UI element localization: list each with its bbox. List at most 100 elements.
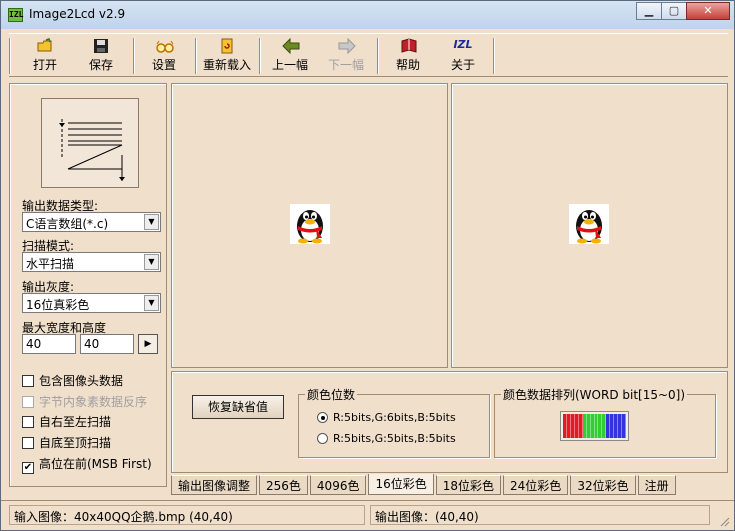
gray-select[interactable]: 16位真彩色 ▼ xyxy=(22,293,161,313)
radio-555[interactable]: R:5bits,G:5bits,B:5bits xyxy=(317,432,456,445)
help-label: 帮助 xyxy=(395,58,420,72)
checkbox-bottom-to-top[interactable]: 自底至顶扫描 xyxy=(22,434,111,451)
toolbar: 打开 保存 设置 重新载入 上一幅 下一幅 帮助 IZL 关于 xyxy=(9,33,728,77)
play-arrow-icon: ▶ xyxy=(144,339,152,349)
scan-mode-value: 水平扫描 xyxy=(26,257,75,271)
output-image-preview xyxy=(451,83,728,368)
color-bits-group-title: 颜色位数 xyxy=(305,386,358,403)
radio-dot[interactable] xyxy=(317,412,328,423)
prev-image-label: 上一幅 xyxy=(271,58,308,72)
arrow-left-icon xyxy=(282,37,300,55)
reload-icon xyxy=(219,38,235,54)
settings-button[interactable]: 设置 xyxy=(142,36,186,76)
output-type-value: C语言数组(*.c) xyxy=(26,217,109,231)
status-bar: 输入图像：40x40QQ企鹅.bmp (40,40) 输出图像：(40,40) xyxy=(1,500,734,530)
checkbox-reverse-pixels[interactable]: 字节内象素数据反序 xyxy=(22,393,147,410)
output-type-select[interactable]: C语言数组(*.c) ▼ xyxy=(22,212,161,232)
tab-register[interactable]: 注册 xyxy=(637,475,676,495)
open-button[interactable]: 打开 xyxy=(23,36,67,76)
toolbar-separator xyxy=(259,38,261,74)
radio-565[interactable]: R:5bits,G:6bits,B:5bits xyxy=(317,411,456,424)
tab-16bit-color[interactable]: 16位彩色 xyxy=(368,474,434,495)
window-controls: ▁ ▢ ✕ xyxy=(636,2,730,20)
bit-stripe xyxy=(622,414,626,438)
checkbox-right-to-left[interactable]: 自右至左扫描 xyxy=(22,413,111,430)
radio-dot[interactable] xyxy=(317,433,328,444)
tab-content-16bit: 恢复缺省值 颜色位数 R:5bits,G:6bits,B:5bits R:5bi… xyxy=(171,371,728,473)
resize-grip-icon[interactable] xyxy=(718,515,730,527)
checkbox-msb-first[interactable]: ✔ 高位在前(MSB First) xyxy=(22,455,152,474)
checkbox-box[interactable] xyxy=(22,375,34,387)
arrow-right-icon xyxy=(338,37,356,55)
qq-penguin-image xyxy=(290,204,330,244)
book-icon xyxy=(400,38,417,54)
checkbox-box[interactable] xyxy=(22,437,34,449)
minimize-button[interactable]: ▁ xyxy=(636,2,662,20)
settings-label: 设置 xyxy=(151,58,176,72)
tab-4096-color[interactable]: 4096色 xyxy=(309,475,367,495)
reload-button[interactable]: 重新载入 xyxy=(201,36,253,76)
checkbox-label: 包含图像头数据 xyxy=(39,374,124,388)
checkbox-box[interactable] xyxy=(22,396,34,408)
title-bar: IZL Image2Lcd v2.9 ▁ ▢ ✕ xyxy=(1,1,734,29)
checkbox-label: 自底至顶扫描 xyxy=(39,436,112,450)
color-order-group-title: 颜色数据排列(WORD bit[15~0]) xyxy=(501,386,688,403)
floppy-icon xyxy=(93,38,109,54)
input-image-preview xyxy=(171,83,448,368)
next-image-button[interactable]: 下一幅 xyxy=(323,36,369,76)
reload-label: 重新载入 xyxy=(202,58,251,72)
radio-565-label: R:5bits,G:6bits,B:5bits xyxy=(333,411,456,424)
settings-panel: 输出数据类型: C语言数组(*.c) ▼ 扫描模式: 水平扫描 ▼ 输出灰度: … xyxy=(9,83,167,487)
toolbar-grip xyxy=(9,38,11,74)
apply-size-button[interactable]: ▶ xyxy=(138,334,158,354)
folder-open-icon xyxy=(37,38,53,54)
next-image-label: 下一幅 xyxy=(327,58,364,72)
close-button[interactable]: ✕ xyxy=(686,2,730,20)
app-logo-icon: IZL xyxy=(8,8,23,22)
checkbox-box[interactable]: ✔ xyxy=(22,462,34,474)
checkbox-label: 自右至左扫描 xyxy=(39,415,112,429)
tab-32bit-color[interactable]: 32位彩色 xyxy=(570,475,636,495)
window-title: Image2Lcd v2.9 xyxy=(29,7,126,21)
max-width-input[interactable]: 40 xyxy=(22,334,76,354)
save-button[interactable]: 保存 xyxy=(79,36,123,76)
status-output-image: 输出图像：(40,40) xyxy=(370,505,710,525)
toolbar-separator xyxy=(195,38,197,74)
radio-555-label: R:5bits,G:5bits,B:5bits xyxy=(333,432,456,445)
toolbar-separator xyxy=(377,38,379,74)
glasses-icon xyxy=(156,38,174,54)
bit-order-color-bar xyxy=(560,411,629,441)
app-window: IZL Image2Lcd v2.9 ▁ ▢ ✕ 打开 保存 设置 重新载入 上… xyxy=(0,0,735,531)
color-order-group: 颜色数据排列(WORD bit[15~0]) xyxy=(494,386,716,458)
help-button[interactable]: 帮助 xyxy=(385,36,431,76)
checkbox-label: 高位在前(MSB First) xyxy=(39,457,152,471)
logo-icon: IZL xyxy=(453,38,473,51)
toolbar-separator xyxy=(493,38,495,74)
checkbox-label: 字节内象素数据反序 xyxy=(39,395,148,409)
about-button[interactable]: IZL 关于 xyxy=(441,36,485,76)
checkbox-box[interactable] xyxy=(22,416,34,428)
tab-bar: 输出图像调整 256色 4096色 16位彩色 18位彩色 24位彩色 32位彩… xyxy=(171,474,678,496)
maximize-button[interactable]: ▢ xyxy=(661,2,687,20)
status-input-image: 输入图像：40x40QQ企鹅.bmp (40,40) xyxy=(9,505,365,525)
color-bits-group: 颜色位数 R:5bits,G:6bits,B:5bits R:5bits,G:5… xyxy=(298,386,490,458)
open-label: 打开 xyxy=(32,58,57,72)
chevron-down-icon[interactable]: ▼ xyxy=(144,295,159,311)
scan-mode-diagram xyxy=(41,98,139,188)
qq-penguin-image xyxy=(569,204,609,244)
max-height-input[interactable]: 40 xyxy=(80,334,134,354)
tab-18bit-color[interactable]: 18位彩色 xyxy=(435,475,502,495)
tab-256-color[interactable]: 256色 xyxy=(259,475,308,495)
scan-mode-select[interactable]: 水平扫描 ▼ xyxy=(22,252,161,272)
tab-output-adjust[interactable]: 输出图像调整 xyxy=(171,475,258,495)
chevron-down-icon[interactable]: ▼ xyxy=(144,214,159,230)
restore-defaults-button[interactable]: 恢复缺省值 xyxy=(192,395,284,419)
about-label: 关于 xyxy=(450,58,475,72)
checkbox-include-header[interactable]: 包含图像头数据 xyxy=(22,372,123,389)
toolbar-separator xyxy=(133,38,135,74)
tab-24bit-color[interactable]: 24位彩色 xyxy=(503,475,569,495)
prev-image-button[interactable]: 上一幅 xyxy=(267,36,313,76)
save-label: 保存 xyxy=(88,58,113,72)
gray-value: 16位真彩色 xyxy=(26,298,90,312)
chevron-down-icon[interactable]: ▼ xyxy=(144,254,159,270)
